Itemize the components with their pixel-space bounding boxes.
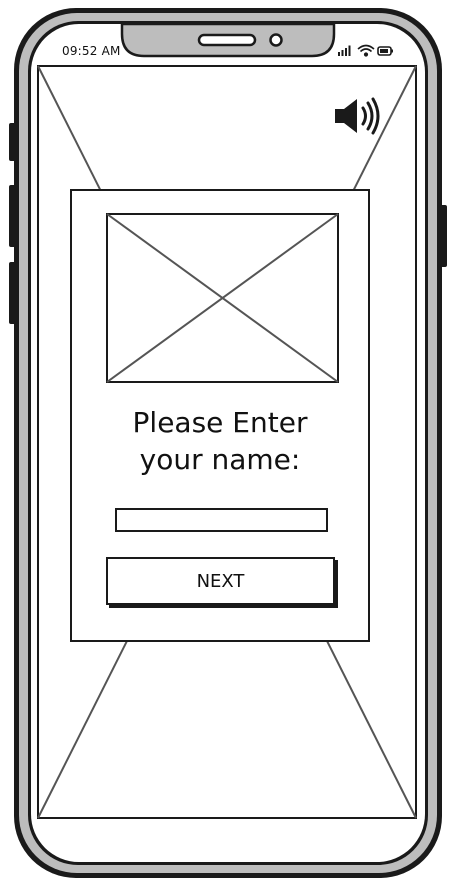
status-icons — [338, 44, 393, 57]
status-time: 09:52 AM — [62, 44, 121, 58]
front-camera — [269, 33, 283, 47]
dialog-image-placeholder — [106, 213, 339, 383]
name-input[interactable] — [115, 508, 328, 532]
dialog-title: Please Enter your name: — [132, 406, 308, 476]
wifi-icon — [357, 44, 375, 57]
signal-icon — [338, 45, 351, 56]
name-entry-dialog: Please Enter your name: NEXT — [70, 189, 370, 642]
speaker-icon[interactable] — [332, 96, 384, 136]
battery-icon — [377, 46, 393, 56]
phone-mockup: 09:52 AM Please Enter your name: NEXT — [0, 0, 455, 883]
earpiece-speaker — [197, 33, 257, 47]
next-button[interactable]: NEXT — [106, 557, 335, 605]
